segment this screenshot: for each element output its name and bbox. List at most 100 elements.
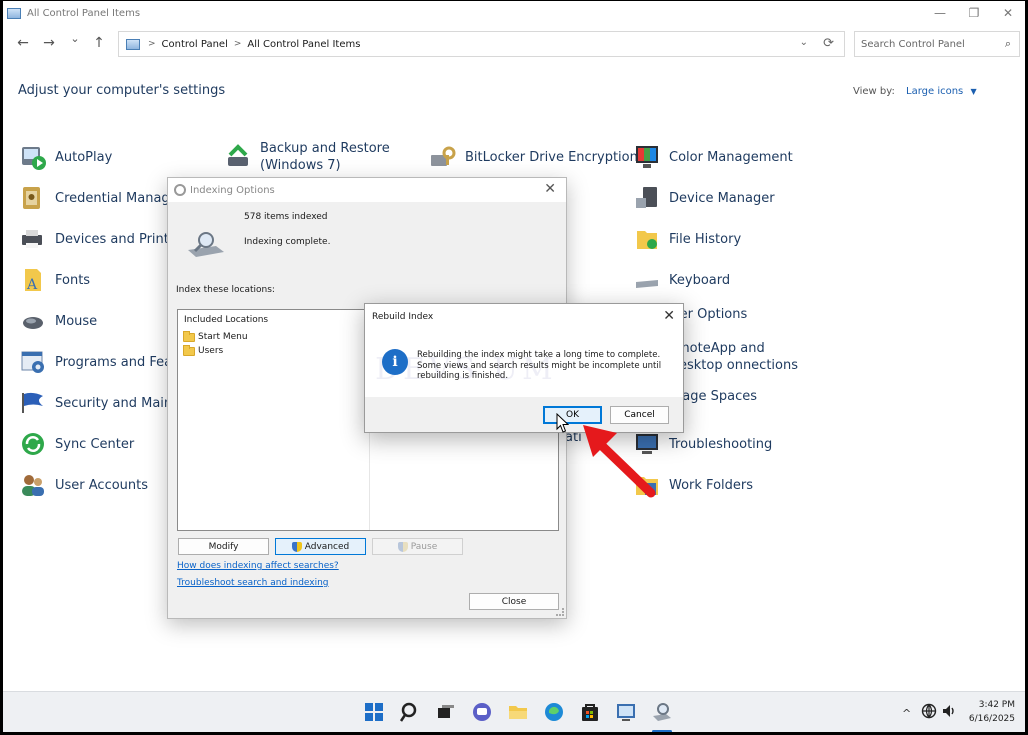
refresh-icon[interactable]: ⟳	[823, 36, 834, 51]
svg-text:A: A	[26, 277, 38, 293]
credential-manager-icon	[23, 187, 40, 209]
window-titlebar: All Control Panel Items — ❐ ✕	[3, 1, 1025, 25]
cp-item-fonts[interactable]: A Fonts	[19, 266, 90, 294]
chevron-down-icon[interactable]: ⌄	[800, 37, 808, 48]
mouse-cursor-icon	[556, 413, 569, 433]
control-panel-taskbar-icon[interactable]	[615, 701, 637, 723]
color-management-icon	[636, 146, 658, 168]
indexing-taskbar-icon[interactable]	[651, 701, 673, 723]
shield-icon	[397, 541, 408, 552]
items-indexed-count: 578 items indexed	[244, 212, 328, 222]
devices-printers-icon	[22, 230, 42, 248]
keyboard-icon	[636, 280, 658, 288]
recent-locations-button[interactable]: ⌄	[67, 32, 83, 45]
close-dialog-button[interactable]: Close	[469, 593, 559, 610]
view-by-dropdown[interactable]: Large icons	[906, 86, 963, 97]
up-button[interactable]: ↑	[91, 35, 107, 51]
cp-item-autoplay[interactable]: AutoPlay	[19, 143, 112, 171]
advanced-button[interactable]: Advanced	[275, 538, 366, 555]
edge-icon[interactable]	[543, 701, 565, 723]
caret-down-icon[interactable]: ▼	[970, 87, 976, 96]
list-item[interactable]: Users	[183, 344, 223, 356]
mouse-icon	[23, 317, 43, 329]
rebuild-close-icon[interactable]: ✕	[663, 308, 675, 324]
list-item[interactable]: Start Menu	[183, 330, 248, 342]
included-locations-header: Included Locations	[184, 315, 269, 325]
minimize-button[interactable]: —	[923, 1, 957, 25]
search-input[interactable]: Search Control Panel ⌕	[854, 31, 1020, 57]
search-placeholder: Search Control Panel	[861, 38, 965, 50]
breadcrumb-control-panel[interactable]: Control Panel	[162, 39, 228, 50]
cp-item-mouse[interactable]: Mouse	[19, 307, 97, 335]
start-icon[interactable]	[363, 701, 385, 723]
cp-item-color-management[interactable]: Color Management	[633, 143, 793, 171]
cp-item-file-history[interactable]: File History	[633, 225, 741, 253]
rebuild-index-title: Rebuild Index	[372, 312, 434, 322]
backup-restore-icon	[228, 144, 248, 166]
globe-icon[interactable]	[921, 703, 937, 719]
cp-item-security-maintenance[interactable]: Security and Mainte	[19, 389, 185, 417]
device-manager-icon	[636, 187, 657, 208]
cp-item-device-manager[interactable]: Device Manager	[633, 184, 775, 212]
autoplay-icon	[22, 147, 46, 170]
clock[interactable]: 3:42 PM 6/16/2025	[969, 698, 1015, 726]
cp-item-remoteapp[interactable]: emoteApp and Desktop onnections	[669, 340, 819, 374]
resize-grip[interactable]	[556, 608, 564, 616]
cp-item-programs-features[interactable]: Programs and Featu	[19, 348, 185, 376]
window-controls: — ❐ ✕	[923, 1, 1025, 25]
indexing-options-titlebar: Indexing Options ✕	[168, 178, 566, 202]
search-icon[interactable]	[399, 701, 421, 723]
user-accounts-icon	[22, 475, 44, 496]
page-title: Adjust your computer's settings	[18, 83, 226, 98]
indexing-status: Indexing complete.	[244, 237, 331, 247]
address-bar[interactable]: > Control Panel > All Control Panel Item…	[118, 31, 845, 57]
troubleshoot-link[interactable]: Troubleshoot search and indexing	[177, 578, 329, 588]
shield-icon	[291, 541, 302, 552]
volume-icon[interactable]	[941, 703, 957, 719]
view-by: View by: Large icons ▼	[853, 86, 977, 97]
indexing-help-link[interactable]: How does indexing affect searches?	[177, 561, 339, 571]
search-icon[interactable]: ⌕	[1005, 37, 1011, 51]
pause-button[interactable]: Pause	[372, 538, 463, 555]
clock-time: 3:42 PM	[978, 700, 1015, 710]
maximize-button[interactable]: ❐	[957, 1, 991, 25]
window-title: All Control Panel Items	[27, 7, 141, 19]
folder-icon	[183, 330, 195, 342]
fonts-icon: A	[25, 269, 41, 293]
breadcrumb-all-items[interactable]: All Control Panel Items	[247, 39, 360, 50]
forward-button[interactable]: →	[41, 35, 57, 51]
modify-button[interactable]: Modify	[178, 538, 269, 555]
cp-item-sync-center[interactable]: Sync Center	[19, 430, 134, 458]
cp-item-bitlocker[interactable]: BitLocker Drive Encryption	[429, 143, 638, 171]
taskbar: ^ 3:42 PM 6/16/2025	[3, 691, 1025, 732]
tray-chevron-icon[interactable]: ^	[902, 707, 911, 720]
navigation-bar: ← → ⌄ ↑ > Control Panel > All Control Pa…	[3, 29, 1025, 59]
breadcrumb-separator: >	[148, 39, 156, 49]
sync-center-icon	[22, 433, 44, 455]
view-by-label: View by:	[853, 86, 895, 97]
indexing-options-title: Indexing Options	[190, 184, 275, 196]
programs-features-icon	[21, 351, 44, 373]
cp-item-user-accounts[interactable]: User Accounts	[19, 471, 148, 499]
file-history-icon	[637, 231, 657, 249]
close-button[interactable]: ✕	[991, 1, 1025, 25]
indexing-magnifier-icon	[188, 232, 224, 257]
task-view-icon[interactable]	[435, 701, 457, 723]
cp-item-backup-restore[interactable]: Backup and Restore (Windows 7)	[224, 140, 390, 174]
clock-date: 6/16/2025	[968, 714, 1015, 724]
indexing-close-icon[interactable]: ✕	[544, 181, 556, 197]
cp-item-credential-manager[interactable]: Credential Manager	[19, 184, 183, 212]
security-maintenance-icon	[22, 392, 43, 413]
store-icon[interactable]	[579, 701, 601, 723]
cp-item-keyboard[interactable]: Keyboard	[633, 266, 730, 294]
back-button[interactable]: ←	[15, 35, 31, 51]
breadcrumb-separator: >	[233, 39, 242, 49]
cp-item-devices-printers[interactable]: Devices and Printers	[19, 225, 189, 253]
red-arrow-annotation	[583, 425, 656, 498]
chat-icon[interactable]	[471, 701, 493, 723]
bitlocker-icon	[431, 146, 456, 166]
control-panel-icon	[126, 38, 140, 50]
active-app-indicator	[652, 730, 672, 732]
rebuild-message: Rebuilding the index might take a long t…	[417, 350, 662, 381]
file-explorer-icon[interactable]	[507, 701, 529, 723]
